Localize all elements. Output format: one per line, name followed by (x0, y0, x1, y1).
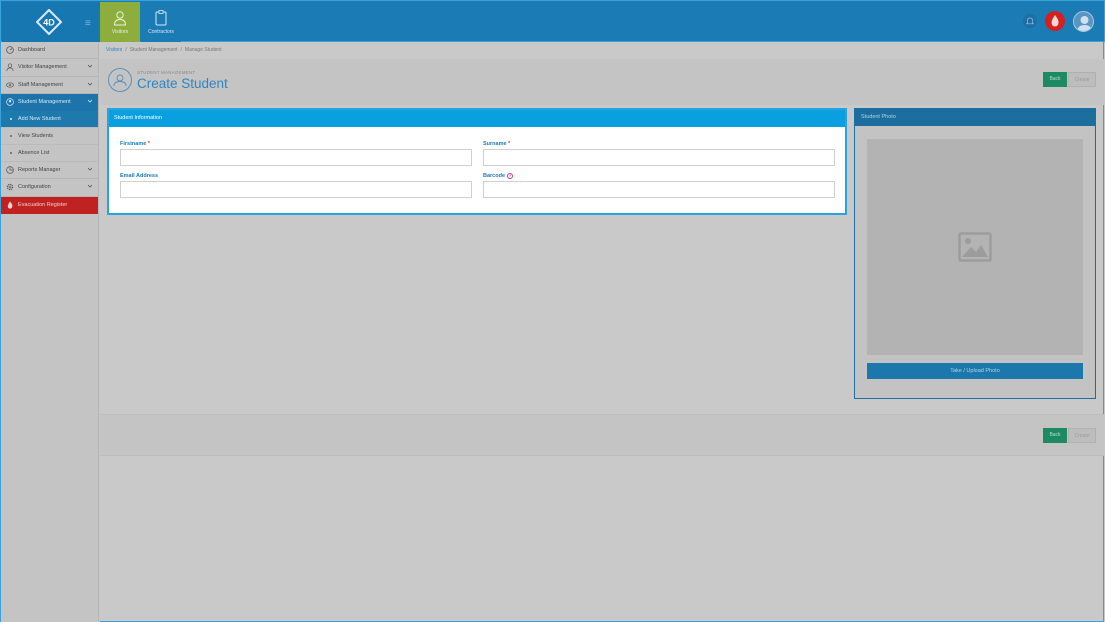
sidebar: Dashboard Visitor Management Staff Manag… (0, 42, 99, 622)
gear-icon (6, 184, 14, 191)
student-icon (6, 98, 14, 106)
page-header (100, 59, 1104, 105)
sidebar-item-absence-list[interactable]: Absence List (1, 145, 98, 163)
user-icon (1077, 16, 1092, 31)
photo-preview (867, 139, 1083, 355)
surname-label-text: Surname (483, 141, 507, 147)
breadcrumb-current: Manage Student (184, 47, 222, 53)
back-button[interactable]: Back (1043, 72, 1067, 87)
app-logo[interactable]: 4D (36, 9, 62, 35)
person-icon (6, 63, 14, 72)
sidebar-item-evacuation-register[interactable]: Evacuation Register (1, 196, 98, 215)
page-supertitle: STUDENT MANAGEMENT (137, 70, 196, 75)
create-button[interactable]: Create (1068, 72, 1096, 87)
person-icon (113, 11, 127, 26)
chevron-down-icon (87, 185, 93, 189)
sidebar-item-label: Evacuation Register (18, 201, 68, 208)
sidebar-item-label: Dashboard (18, 47, 45, 53)
dashboard-icon (6, 46, 14, 54)
sidebar-item-label: Staff Management (18, 81, 63, 88)
page-title: Create Student (137, 76, 228, 91)
required-marker: * (508, 141, 511, 147)
email-field[interactable] (120, 181, 472, 198)
tab-visitors[interactable]: Visitors (100, 2, 140, 42)
take-upload-photo-button[interactable]: Take / Upload Photo (867, 363, 1083, 379)
tab-contractors-label: Contractors (148, 29, 174, 35)
clipboard-icon (155, 10, 167, 26)
firstname-field[interactable] (120, 149, 472, 166)
breadcrumb-separator: / (180, 47, 182, 53)
sidebar-item-view-students[interactable]: View Students (1, 128, 98, 146)
student-photo-card: Student Photo Take / Upload Photo (854, 108, 1096, 399)
barcode-field[interactable] (483, 181, 835, 198)
barcode-label-text: Barcode (483, 173, 506, 179)
breadcrumb-separator: / (125, 47, 127, 53)
footer-actions-bar (100, 414, 1104, 456)
user-avatar[interactable] (1073, 11, 1094, 32)
sidebar-item-student-management[interactable]: Student Management (1, 93, 98, 112)
email-address-label: Email Address (120, 173, 159, 179)
sidebar-item-configuration[interactable]: Configuration (1, 179, 98, 197)
breadcrumb-visitors[interactable]: Visitors (106, 47, 122, 53)
fire-alarm-button[interactable] (1045, 11, 1065, 31)
sidebar-item-add-new-student[interactable]: Add New Student (1, 111, 98, 129)
main-content: Visitors / Student Management / Manage Stude… (100, 42, 1104, 622)
surname-field[interactable] (483, 149, 835, 166)
chevron-down-icon (87, 65, 93, 68)
logo-area: 4D ≡ (2, 2, 100, 42)
surname-label: Surname * (483, 141, 510, 147)
back-button-bottom[interactable]: Back (1043, 428, 1067, 443)
chevron-down-icon (87, 99, 93, 103)
eye-icon (6, 82, 14, 88)
student-photo-heading: Student Photo (855, 109, 1095, 126)
sidebar-item-label: Add New Student (18, 116, 61, 123)
firstname-label-text: Firstname (120, 141, 147, 147)
fire-icon (7, 201, 13, 209)
barcode-label: Barcode? (483, 173, 514, 179)
tab-visitors-label: Visitors (111, 29, 129, 35)
sidebar-item-staff-management[interactable]: Staff Management (1, 77, 98, 94)
help-icon[interactable]: ? (507, 173, 514, 179)
top-navigation-bar: 4D ≡ Visitors Contractors (0, 0, 1105, 42)
sidebar-item-label: Student Management (18, 98, 71, 105)
chevron-down-icon (87, 82, 93, 86)
sidebar-item-label: Configuration (18, 184, 51, 191)
bullet-icon (10, 135, 12, 138)
sidebar-item-reports-manager[interactable]: Reports Manager (1, 162, 98, 180)
bullet-icon (10, 152, 12, 155)
sidebar-item-dashboard[interactable]: Dashboard (1, 42, 98, 60)
chevron-down-icon (87, 167, 93, 171)
notification-bell-icon[interactable] (1023, 14, 1037, 28)
breadcrumb: Visitors / Student Management / Manage Stude… (106, 47, 222, 53)
sidebar-item-visitor-management[interactable]: Visitor Management (1, 59, 98, 77)
create-button-bottom[interactable]: Create (1068, 428, 1096, 443)
required-marker: * (147, 141, 150, 147)
tab-contractors[interactable]: Contractors (141, 2, 181, 42)
reports-icon (6, 166, 14, 174)
sidebar-item-label: Absence List (18, 150, 50, 157)
flame-icon (1051, 15, 1059, 27)
firstname-label: Firstname * (120, 141, 150, 147)
breadcrumb-student-management[interactable]: Student Management (130, 47, 178, 53)
logo-text: 4D (43, 18, 55, 28)
hamburger-menu-icon[interactable]: ≡ (85, 18, 91, 29)
student-management-icon (108, 68, 132, 92)
sidebar-item-label: View Students (18, 133, 54, 140)
sidebar-item-label: Visitor Management (18, 64, 67, 71)
sidebar-item-label: Reports Manager (18, 167, 61, 174)
student-information-heading: Student Information (109, 110, 845, 127)
image-placeholder-icon (958, 232, 992, 262)
bullet-icon (10, 118, 12, 121)
student-information-card: Student Information Firstname * Surname … (107, 108, 847, 215)
